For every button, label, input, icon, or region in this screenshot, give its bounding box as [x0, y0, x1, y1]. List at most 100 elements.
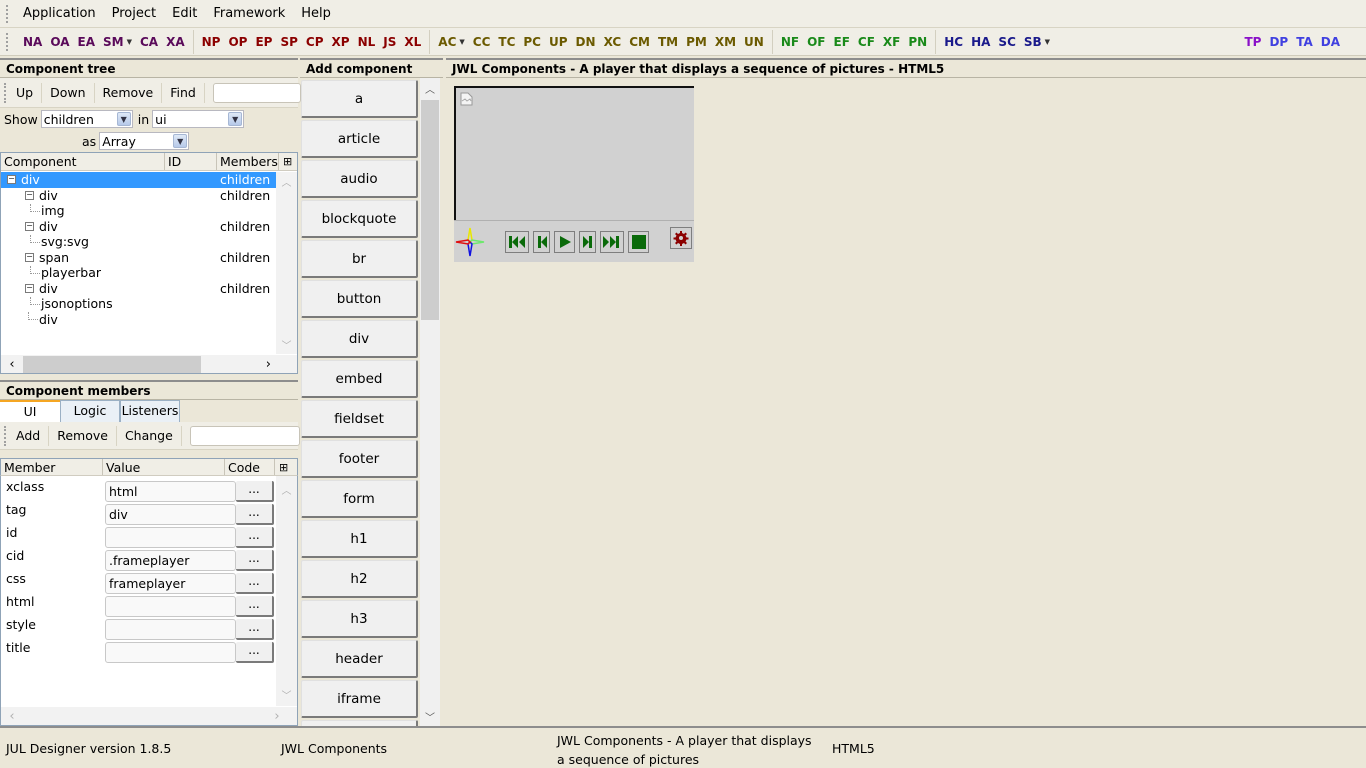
toolbar-button-da[interactable]: DA: [1317, 35, 1344, 49]
down-button[interactable]: Down: [42, 82, 95, 103]
toolbar-button-xl[interactable]: XL: [400, 35, 425, 49]
toolbar-button-ep[interactable]: EP: [251, 35, 276, 49]
scroll-up-icon[interactable]: ︿: [276, 482, 297, 497]
column-component[interactable]: Component: [1, 153, 165, 170]
toolbar-button-ef[interactable]: EF: [830, 35, 854, 49]
scroll-down-icon[interactable]: ﹀: [276, 687, 297, 702]
as-select[interactable]: Array ▼: [99, 132, 190, 150]
toolbar-button-op[interactable]: OP: [224, 35, 251, 49]
caret-down-icon[interactable]: ▼: [127, 38, 132, 46]
add-component-scrollbar[interactable]: ︿ ﹀: [420, 78, 440, 726]
remove-member-button[interactable]: Remove: [49, 425, 117, 446]
toolbar-button-pc[interactable]: PC: [519, 35, 545, 49]
toolbar-button-np[interactable]: NP: [198, 35, 225, 49]
member-code-button[interactable]: ...: [236, 596, 274, 617]
toolbar-button-oa[interactable]: OA: [46, 35, 73, 49]
toolbar-button-ac[interactable]: AC ▼: [434, 35, 468, 49]
toolbar-button-sb[interactable]: SB ▼: [1020, 35, 1054, 49]
column-members[interactable]: Members: [217, 153, 279, 170]
tree-row[interactable]: div: [1, 312, 276, 328]
grip[interactable]: [4, 425, 6, 446]
scroll-left-icon[interactable]: ‹: [1, 709, 23, 724]
scroll-down-icon[interactable]: ﹀: [420, 709, 440, 724]
scroll-left-icon[interactable]: ‹: [1, 357, 23, 372]
toolbar-button-pm[interactable]: PM: [682, 35, 711, 49]
menu-help[interactable]: Help: [293, 0, 339, 28]
tree-row[interactable]: img: [1, 203, 276, 219]
column-chooser-icon[interactable]: ⊞: [275, 459, 288, 475]
toolbar-button-xc[interactable]: XC: [600, 35, 626, 49]
scroll-up-icon[interactable]: ︿: [420, 81, 440, 96]
add-component-div-button[interactable]: div: [301, 320, 418, 358]
grip[interactable]: [4, 82, 6, 103]
tab-ui[interactable]: UI: [0, 400, 60, 422]
member-code-button[interactable]: ...: [236, 504, 274, 525]
menu-framework[interactable]: Framework: [205, 0, 293, 28]
add-component-a-button[interactable]: a: [301, 80, 418, 118]
move-compass-icon[interactable]: [454, 226, 486, 258]
tree-row[interactable]: − div children: [1, 172, 276, 188]
toolbar-button-xp[interactable]: XP: [328, 35, 354, 49]
add-component-form-button[interactable]: form: [301, 480, 418, 518]
add-component-iframe-button[interactable]: iframe: [301, 680, 418, 718]
toolbar-button-cp[interactable]: CP: [302, 35, 328, 49]
column-member[interactable]: Member: [1, 459, 103, 475]
toolbar-button-of[interactable]: OF: [803, 35, 829, 49]
member-code-button[interactable]: ...: [236, 481, 274, 502]
member-value-input[interactable]: [105, 596, 236, 617]
previous-frame-button[interactable]: [533, 231, 550, 253]
settings-button[interactable]: [670, 227, 692, 249]
member-value-input[interactable]: div: [105, 504, 236, 525]
member-value-input[interactable]: .frameplayer: [105, 550, 236, 571]
members-vertical-scrollbar[interactable]: ︿ ﹀: [276, 476, 297, 706]
stop-button[interactable]: [628, 231, 649, 253]
toolbar-button-tp[interactable]: TP: [1240, 35, 1265, 49]
member-code-button[interactable]: ...: [236, 573, 274, 594]
caret-down-icon[interactable]: ▼: [1045, 38, 1050, 46]
collapse-icon[interactable]: −: [25, 283, 34, 293]
member-code-button[interactable]: ...: [236, 642, 274, 663]
toolbar-button-tm[interactable]: TM: [654, 35, 682, 49]
tree-row[interactable]: playerbar: [1, 265, 276, 281]
find-button[interactable]: Find: [162, 82, 205, 103]
first-frame-button[interactable]: [505, 231, 529, 253]
add-component-br-button[interactable]: br: [301, 240, 418, 278]
show-select[interactable]: children ▼: [40, 110, 133, 128]
caret-down-icon[interactable]: ▼: [459, 38, 464, 46]
member-code-button[interactable]: ...: [236, 619, 274, 640]
toolbar-button-nl[interactable]: NL: [354, 35, 380, 49]
scroll-down-icon[interactable]: ﹀: [276, 337, 297, 352]
column-value[interactable]: Value: [103, 459, 225, 475]
toolbar-button-cf[interactable]: CF: [854, 35, 879, 49]
tree-row[interactable]: − div children: [1, 188, 276, 204]
add-component-embed-button[interactable]: embed: [301, 360, 418, 398]
column-code[interactable]: Code: [225, 459, 275, 475]
toolbar-button-cc[interactable]: CC: [469, 35, 495, 49]
scroll-right-icon[interactable]: ›: [257, 709, 297, 724]
scroll-thumb[interactable]: [421, 100, 439, 320]
tree-row[interactable]: − div children: [1, 219, 276, 235]
member-value-input[interactable]: html: [105, 481, 236, 502]
toolbar-button-un[interactable]: UN: [740, 35, 768, 49]
add-component-button-button[interactable]: button: [301, 280, 418, 318]
toolbar-button-sm[interactable]: SM ▼: [99, 35, 136, 49]
toolbar-button-tc[interactable]: TC: [494, 35, 519, 49]
tab-logic[interactable]: Logic: [60, 400, 120, 422]
tree-horizontal-scrollbar[interactable]: ‹ ›: [1, 355, 297, 373]
tree-row[interactable]: jsonoptions: [1, 296, 276, 312]
tree-vertical-scrollbar[interactable]: ︿ ﹀: [276, 172, 297, 354]
column-chooser-icon[interactable]: ⊞: [279, 153, 292, 170]
member-code-button[interactable]: ...: [236, 550, 274, 571]
add-component-header-button[interactable]: header: [301, 640, 418, 678]
toolbar-grip[interactable]: [6, 32, 9, 51]
add-component-fieldset-button[interactable]: fieldset: [301, 400, 418, 438]
next-frame-button[interactable]: [579, 231, 596, 253]
members-horizontal-scrollbar[interactable]: ‹ ›: [1, 707, 297, 725]
add-component-h3-button[interactable]: h3: [301, 600, 418, 638]
toolbar-button-ha[interactable]: HA: [967, 35, 994, 49]
toolbar-button-xf[interactable]: XF: [879, 35, 904, 49]
menu-project[interactable]: Project: [104, 0, 164, 28]
toolbar-button-xm[interactable]: XM: [711, 35, 740, 49]
member-code-button[interactable]: ...: [236, 527, 274, 548]
up-button[interactable]: Up: [8, 82, 43, 103]
